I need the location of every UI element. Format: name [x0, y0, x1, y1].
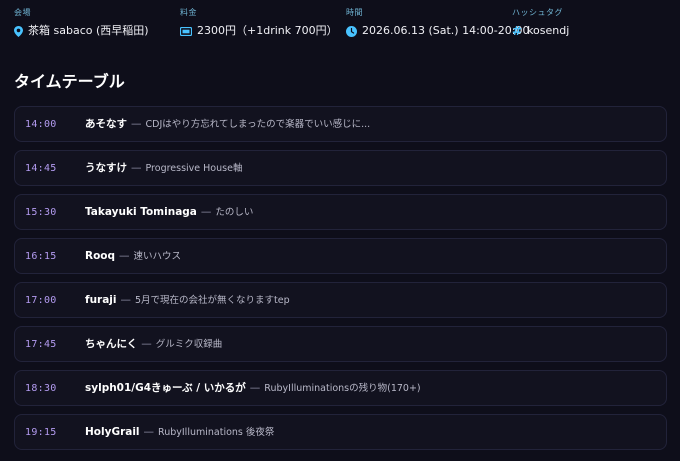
- time-info: 時間 2026.06.13 (Sat.) 14:00-20:00: [346, 8, 529, 38]
- timetable-row: 16:15 Rooq — 速いハウス: [14, 238, 667, 274]
- timetable-row: 14:45 うなすけ — Progressive House軸: [14, 150, 667, 186]
- timetable-list: 14:00 あそなす — CDJはやり方忘れてしまったので楽器でいい感じに... 1…: [14, 106, 667, 458]
- performer-description: RubyIlluminationsの残り物(170+): [264, 382, 421, 394]
- hash-icon: #: [512, 24, 523, 38]
- hashtag-info: ハッシュタグ # kosendj: [512, 8, 569, 38]
- timetable-row: 15:30 Takayuki Tominaga — たのしい: [14, 194, 667, 230]
- performer-description: グルミク収録曲: [155, 338, 223, 350]
- fee-value: 2300円（+1drink 700円）: [197, 24, 338, 37]
- slot-time: 15:30: [25, 206, 57, 218]
- timetable-row: 18:30 sylph01/G4きゅーぶ / いかるが — RubyIllumina…: [14, 370, 667, 406]
- separator: —: [141, 337, 152, 350]
- hashtag-label: ハッシュタグ: [512, 8, 563, 17]
- venue-label: 会場: [14, 8, 31, 17]
- slot-time: 14:00: [25, 118, 57, 130]
- timetable-row: 17:45 ちゃんにく — グルミク収録曲: [14, 326, 667, 362]
- hashtag-value: kosendj: [527, 24, 570, 37]
- performer-name: sylph01/G4きゅーぶ / いかるが: [85, 381, 246, 394]
- timetable-row: 14:00 あそなす — CDJはやり方忘れてしまったので楽器でいい感じに...: [14, 106, 667, 142]
- separator: —: [143, 425, 155, 438]
- separator: —: [249, 381, 261, 394]
- performer-name: Takayuki Tominaga: [85, 205, 197, 218]
- performer-name: HolyGrail: [85, 425, 140, 438]
- separator: —: [131, 161, 142, 174]
- time-value: 2026.06.13 (Sat.) 14:00-20:00: [362, 24, 530, 37]
- timetable-row: 19:15 HolyGrail — RubyIlluminations 後夜祭: [14, 414, 667, 450]
- section-title-timetable: タイムテーブル: [14, 72, 125, 91]
- location-pin-icon: [14, 25, 23, 37]
- slot-time: 16:15: [25, 250, 57, 262]
- separator: —: [119, 249, 130, 262]
- performer-description: Progressive House軸: [145, 162, 243, 174]
- performer-description: たのしい: [215, 206, 254, 218]
- performer-name: あそなす: [85, 117, 127, 130]
- performer-name: ちゃんにく: [85, 337, 138, 350]
- performer-description: RubyIlluminations 後夜祭: [158, 426, 275, 438]
- venue-value: 茶箱 sabaco (西早稲田): [28, 24, 149, 37]
- slot-time: 17:00: [25, 294, 57, 306]
- slot-time: 19:15: [25, 426, 57, 438]
- time-label: 時間: [346, 8, 363, 17]
- performer-name: furaji: [85, 293, 117, 306]
- fee-label: 料金: [180, 8, 197, 17]
- separator: —: [131, 117, 142, 130]
- event-info-bar: 会場 茶箱 sabaco (西早稲田) 料金 2300円（+1drink 700…: [0, 0, 680, 46]
- venue-info: 会場 茶箱 sabaco (西早稲田): [14, 8, 149, 38]
- performer-name: Rooq: [85, 249, 116, 262]
- performer-name: うなすけ: [85, 161, 127, 174]
- clock-icon: [346, 25, 357, 37]
- performer-description: CDJはやり方忘れてしまったので楽器でいい感じに...: [145, 118, 371, 130]
- slot-time: 14:45: [25, 162, 57, 174]
- ticket-icon: [180, 26, 192, 36]
- slot-time: 18:30: [25, 382, 57, 394]
- separator: —: [120, 293, 132, 306]
- slot-time: 17:45: [25, 338, 57, 350]
- performer-description: 5月で現在の会社が無くなりますtep: [135, 294, 290, 306]
- performer-description: 速いハウス: [133, 250, 182, 262]
- timetable-row: 17:00 furaji —5月で現在の会社が無くなりますtep: [14, 282, 667, 318]
- separator: —: [200, 205, 212, 218]
- fee-info: 料金 2300円（+1drink 700円）: [180, 8, 338, 38]
